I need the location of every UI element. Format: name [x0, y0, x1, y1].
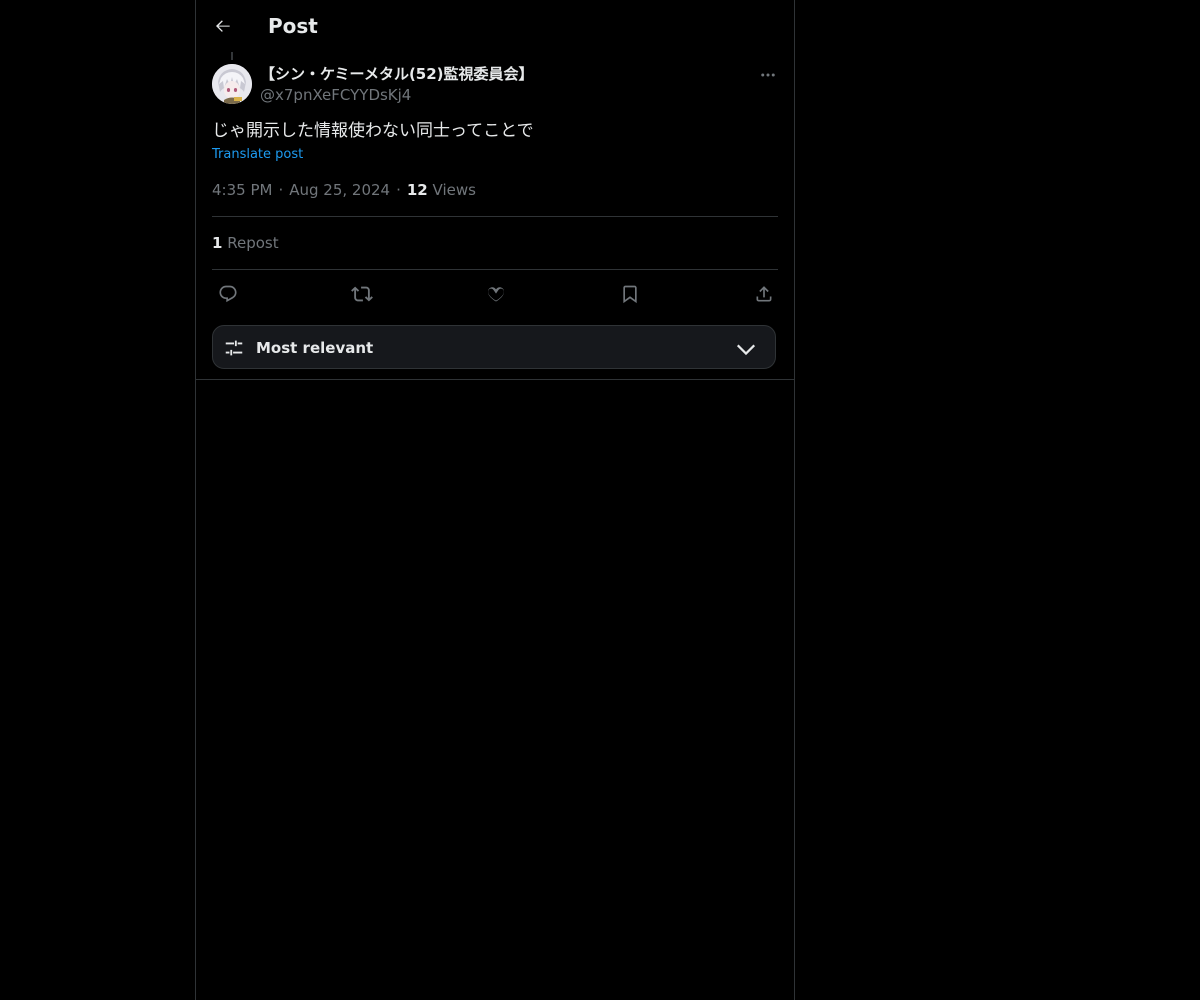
like-button[interactable] — [482, 280, 510, 308]
main-column: Post 【シン・ケミーメタル(52)監視委員会】 @x7pnXeFCYYDsK… — [195, 0, 795, 1000]
thread-connector-line — [231, 52, 233, 60]
avatar-image — [212, 64, 252, 104]
reposts-label: Repost — [227, 234, 279, 252]
reply-button[interactable] — [214, 280, 242, 308]
sort-replies-dropdown[interactable]: Most relevant — [212, 325, 776, 369]
separator: · — [396, 181, 401, 199]
heart-icon — [487, 287, 505, 302]
reposts-count: 1 — [212, 234, 223, 252]
separator: · — [278, 181, 284, 199]
more-options-button[interactable] — [754, 62, 782, 88]
bookmark-icon — [623, 285, 637, 304]
page-title: Post — [268, 14, 318, 38]
reposts-stat[interactable]: 1 Repost — [212, 233, 279, 253]
arrow-left-icon — [216, 20, 230, 32]
sliders-icon — [225, 340, 243, 356]
views-label: Views — [432, 181, 476, 199]
repost-icon — [351, 286, 373, 302]
divider — [212, 216, 778, 217]
post-metadata: 4:35 PM · Aug 25, 2024 · 12 Views — [212, 180, 476, 200]
more-horizontal-icon — [761, 73, 775, 77]
views-count: 12 — [406, 181, 428, 199]
share-button[interactable] — [750, 280, 778, 308]
section-divider — [196, 379, 794, 380]
back-button[interactable] — [206, 9, 240, 43]
translate-post-link[interactable]: Translate post — [212, 145, 303, 165]
bookmark-button[interactable] — [616, 280, 644, 308]
repost-button[interactable] — [348, 280, 376, 308]
divider — [212, 269, 778, 270]
avatar[interactable] — [212, 64, 252, 104]
share-icon — [756, 286, 772, 302]
chevron-down-icon — [736, 344, 756, 356]
post-date[interactable]: Aug 25, 2024 — [289, 181, 390, 199]
page-header: Post — [196, 0, 794, 53]
post-text: じゃ開示した情報使わない同士ってことで — [212, 121, 534, 141]
post-time[interactable]: 4:35 PM — [212, 181, 272, 199]
author-handle[interactable]: @x7pnXeFCYYDsKj4 — [260, 85, 411, 105]
reply-icon — [219, 285, 237, 303]
author-display-name[interactable]: 【シン・ケミーメタル(52)監視委員会】 — [260, 64, 534, 84]
sort-label: Most relevant — [256, 339, 374, 357]
